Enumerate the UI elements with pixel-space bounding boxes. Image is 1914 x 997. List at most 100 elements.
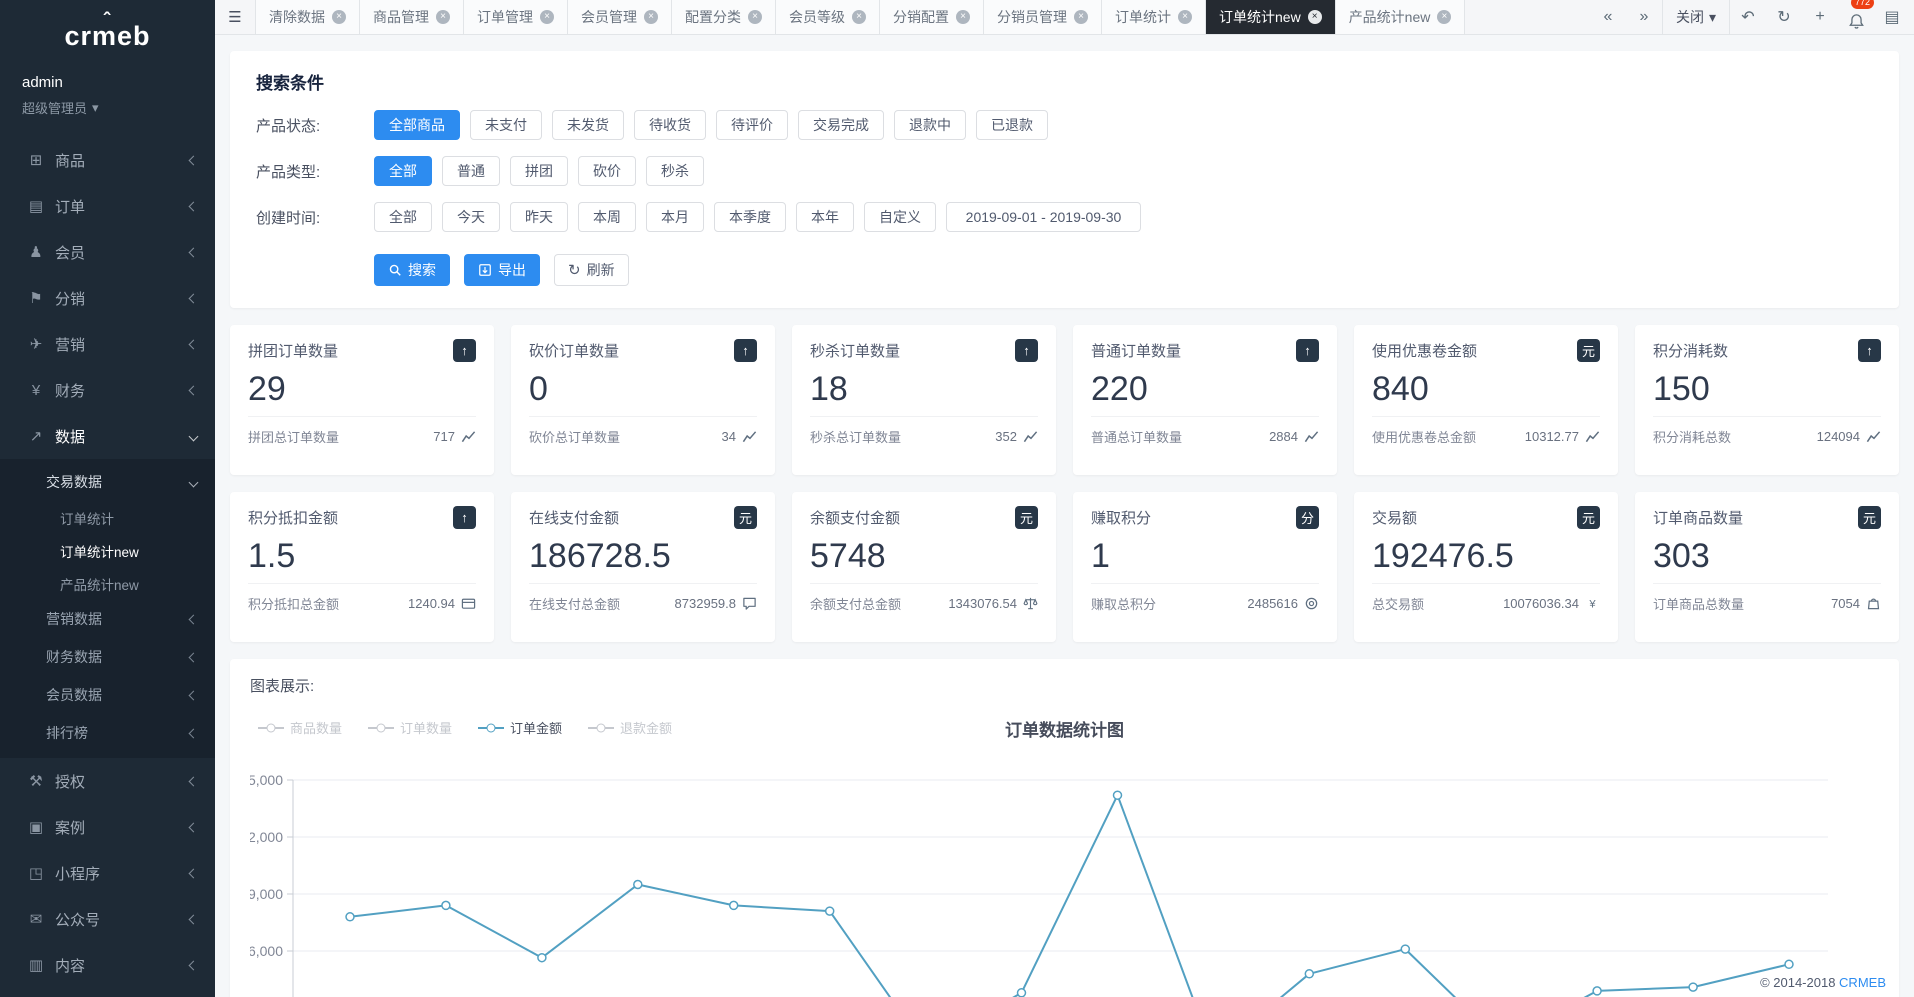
close-tabs-dropdown[interactable]: 关闭 ▾ (1662, 0, 1730, 34)
tab-close-icon[interactable]: × (956, 10, 970, 24)
filter-option-未发货[interactable]: 未发货 (552, 110, 624, 140)
tab-商品管理[interactable]: 商品管理× (360, 0, 464, 34)
sidebar-subitem-会员数据[interactable]: 会员数据 (0, 676, 215, 714)
tab-产品统计new[interactable]: 产品统计new× (1336, 0, 1466, 34)
sidebar-leaf-订单统计[interactable]: 订单统计 (0, 501, 215, 534)
tab-close-icon[interactable]: × (540, 10, 554, 24)
filter-option-自定义[interactable]: 自定义 (864, 202, 936, 232)
legend-订单数量[interactable]: 订单数量 (368, 718, 452, 737)
button-label: 导出 (498, 260, 526, 280)
filter-option-待收货[interactable]: 待收货 (634, 110, 706, 140)
stat-footer-value: 8732959.8 (675, 596, 757, 611)
stat-footer-label: 拼团总订单数量 (248, 427, 339, 446)
stat-footer-value: 34 (722, 429, 757, 444)
filter-option-今天[interactable]: 今天 (442, 202, 500, 232)
tab-close-icon[interactable]: × (852, 10, 866, 24)
filter-option-全部商品[interactable]: 全部商品 (374, 110, 460, 140)
filter-option-本季度[interactable]: 本季度 (714, 202, 786, 232)
filter-option-未支付[interactable]: 未支付 (470, 110, 542, 140)
tab-close-icon[interactable]: × (1308, 10, 1322, 24)
tab-close-icon[interactable]: × (436, 10, 450, 24)
sidebar-item-分销[interactable]: ⚑分销 (0, 275, 215, 321)
sidebar-item-小程序[interactable]: ◳小程序 (0, 850, 215, 896)
crmeb-link[interactable]: CRMEB (1839, 975, 1886, 990)
filter-option-昨天[interactable]: 昨天 (510, 202, 568, 232)
tab-close-icon[interactable]: × (1074, 10, 1088, 24)
refresh-button[interactable]: ↻刷新 (554, 254, 629, 286)
tabs-scroll-right-icon[interactable]: » (1626, 8, 1662, 26)
filter-option-本周[interactable]: 本周 (578, 202, 636, 232)
tab-分销配置[interactable]: 分销配置 × (880, 0, 984, 34)
filter-option-全部[interactable]: 全部 (374, 202, 432, 232)
sidebar-item-会员[interactable]: ♟会员 (0, 229, 215, 275)
tab-close-icon[interactable]: × (1178, 10, 1192, 24)
filter-option-待评价[interactable]: 待评价 (716, 110, 788, 140)
tabs-scroll-left-icon[interactable]: « (1590, 8, 1626, 26)
sidebar-item-公众号[interactable]: ✉公众号 (0, 896, 215, 942)
tab-close-icon[interactable]: × (748, 10, 762, 24)
sidebar-item-案例[interactable]: ▣案例 (0, 804, 215, 850)
sidebar-item-内容[interactable]: ▥内容 (0, 942, 215, 988)
search-button[interactable]: 搜索 (374, 254, 450, 286)
tab-订单统计[interactable]: 订单统计× (1102, 0, 1206, 34)
tab-close-icon[interactable]: × (644, 10, 658, 24)
legend-订单金额[interactable]: 订单金额 (478, 718, 562, 737)
filter-label: 产品类型: (256, 161, 348, 182)
tab-清除数据[interactable]: 清除数据× (256, 0, 360, 34)
sidebar-subitem-交易数据[interactable]: 交易数据 (0, 463, 215, 501)
caret-down-icon: ▾ (1709, 9, 1716, 26)
message-list-icon[interactable]: ▤ (1874, 7, 1910, 27)
app-logo[interactable]: crmeb ˆ (0, 0, 215, 72)
filter-option-交易完成[interactable]: 交易完成 (798, 110, 884, 140)
tab-订单管理[interactable]: 订单管理× (464, 0, 568, 34)
sidebar-subitem-财务数据[interactable]: 财务数据 (0, 638, 215, 676)
filter-option-全部[interactable]: 全部 (374, 156, 432, 186)
sidebar-item-label: 会员 (55, 242, 190, 263)
stat-footer-value: 717 (433, 429, 476, 444)
filter-option-砍价[interactable]: 砍价 (578, 156, 636, 186)
legend-商品数量[interactable]: 商品数量 (258, 718, 342, 737)
tab-close-icon[interactable]: × (332, 10, 346, 24)
svg-text:15,000: 15,000 (250, 772, 283, 788)
sidebar-item-订单[interactable]: ▤订单 (0, 183, 215, 229)
sidebar-item-授权[interactable]: ⚒授权 (0, 758, 215, 804)
sidebar-item-营销[interactable]: ✈营销 (0, 321, 215, 367)
filter-option-退款中[interactable]: 退款中 (894, 110, 966, 140)
sidebar-item-财务[interactable]: ¥财务 (0, 367, 215, 413)
fullscreen-plus-icon[interactable]: + (1802, 8, 1838, 26)
tab-close-icon[interactable]: × (1437, 10, 1451, 24)
filter-option-拼团[interactable]: 拼团 (510, 156, 568, 186)
undo-icon[interactable]: ↶ (1730, 7, 1766, 27)
stat-footer-value: 1240.94 (408, 596, 476, 611)
sidebar-subitem-排行榜[interactable]: 排行榜 (0, 714, 215, 752)
refresh-icon[interactable]: ↻ (1766, 7, 1802, 27)
legend-退款金额[interactable]: 退款金额 (588, 718, 672, 737)
stat-badge-icon: 元 (1577, 506, 1600, 529)
order-statistics-line-chart[interactable]: 15,00012,0009,0006,000 (250, 765, 1878, 997)
sidebar-item-设置[interactable]: ⚙设置 (0, 988, 215, 997)
stat-card-title: 秒杀订单数量 (810, 340, 900, 361)
tab-订单统计new[interactable]: 订单统计new× (1206, 0, 1336, 34)
sidebar-item-商品[interactable]: ⊞商品 (0, 137, 215, 183)
sidebar-leaf-订单统计new[interactable]: 订单统计new (0, 534, 215, 567)
tab-配置分类[interactable]: 配置分类× (672, 0, 776, 34)
tab-label: 分销配置 (893, 7, 949, 27)
date-range-input[interactable]: 2019-09-01 - 2019-09-30 (946, 202, 1141, 232)
filter-option-本年[interactable]: 本年 (796, 202, 854, 232)
filter-option-本月[interactable]: 本月 (646, 202, 704, 232)
tab-会员管理[interactable]: 会员管理× (568, 0, 672, 34)
sidebar-item-数据[interactable]: ↗数据 (0, 413, 215, 459)
filter-option-秒杀[interactable]: 秒杀 (646, 156, 704, 186)
user-role-dropdown[interactable]: 超级管理员 ▾ (22, 98, 193, 117)
export-button[interactable]: 导出 (464, 254, 540, 286)
tab-分销员管理[interactable]: 分销员管理× (984, 0, 1102, 34)
filter-option-普通[interactable]: 普通 (442, 156, 500, 186)
filter-option-已退款[interactable]: 已退款 (976, 110, 1048, 140)
search-actions: 搜索 导出 ↻刷新 (374, 254, 1873, 286)
notification-bell-icon[interactable]: 772 (1838, 5, 1874, 30)
tab-会员等级[interactable]: 会员等级× (776, 0, 880, 34)
sidebar-subitem-营销数据[interactable]: 营销数据 (0, 600, 215, 638)
refresh-icon: ↻ (568, 263, 581, 278)
sidebar-collapse-icon[interactable]: ☰ (215, 0, 255, 34)
sidebar-leaf-产品统计new[interactable]: 产品统计new (0, 567, 215, 600)
